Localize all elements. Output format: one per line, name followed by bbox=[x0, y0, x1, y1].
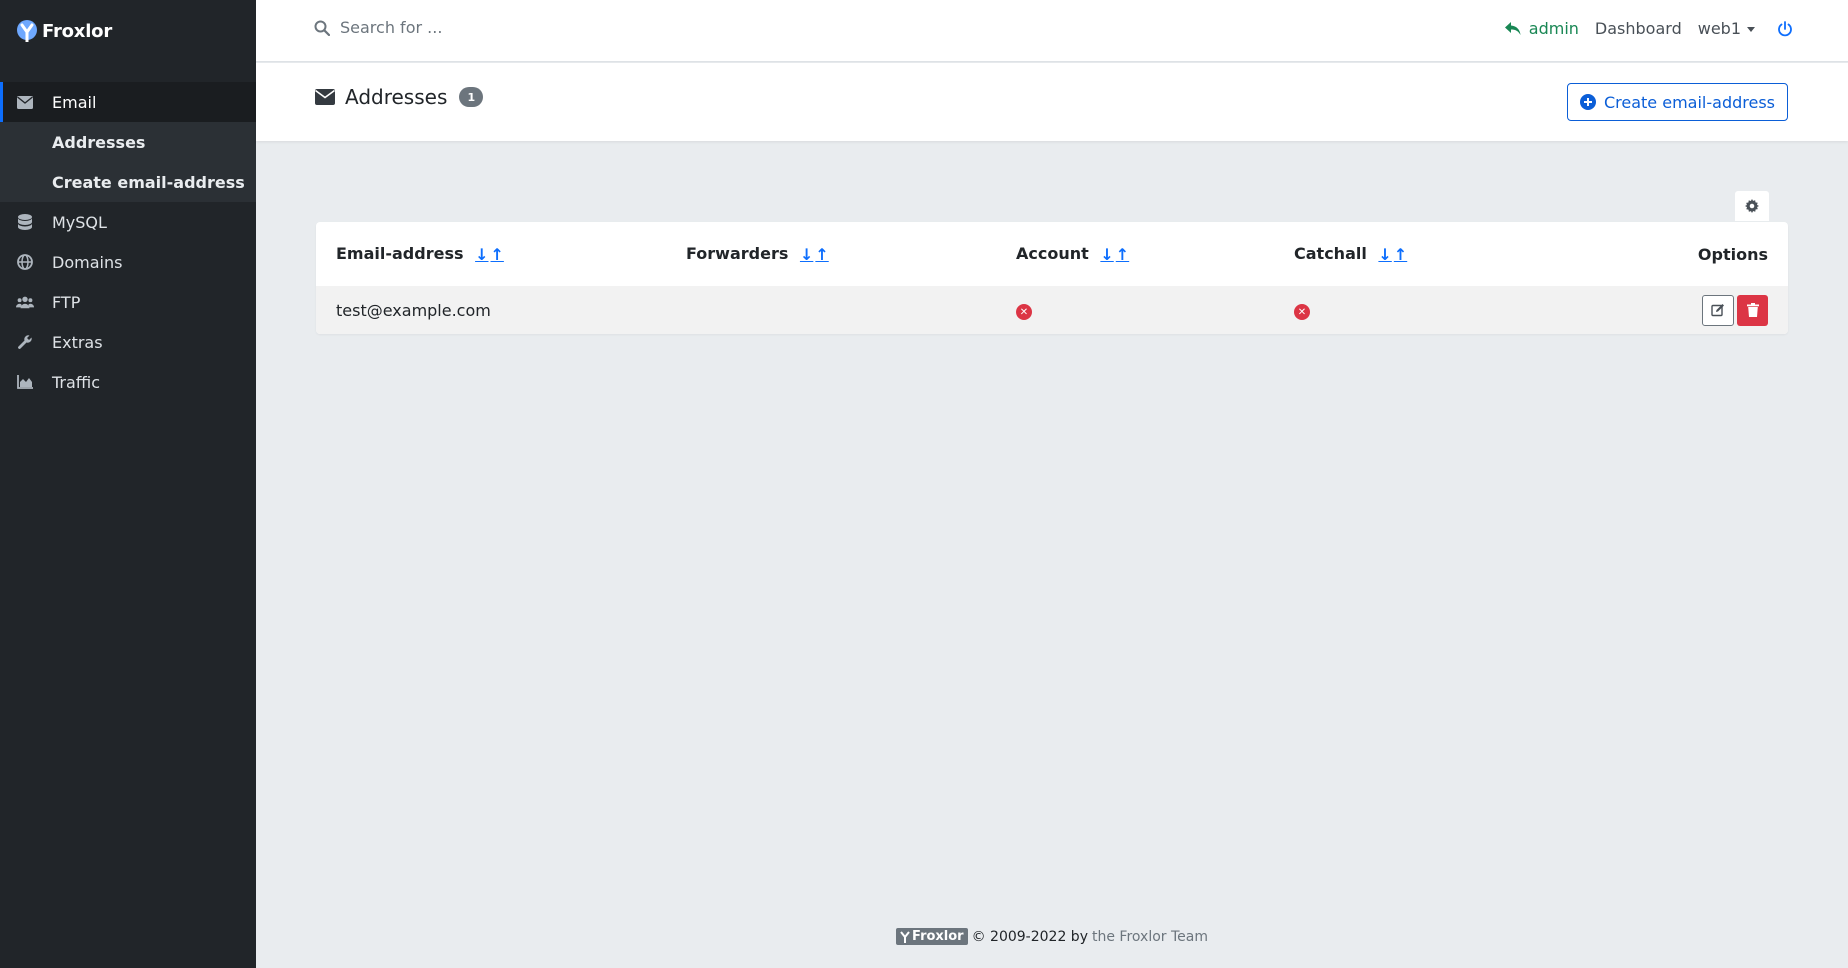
edit-button[interactable] bbox=[1702, 294, 1734, 326]
dashboard-link[interactable]: Dashboard bbox=[1595, 19, 1682, 38]
cell-email: test@example.com bbox=[336, 300, 491, 320]
sort-asc-link[interactable]: ↑ bbox=[815, 245, 828, 264]
column-header-options: Options bbox=[1584, 245, 1788, 264]
trash-icon bbox=[1746, 303, 1759, 317]
sidebar-item-label: FTP bbox=[52, 292, 81, 312]
sort-asc-link[interactable]: ↑ bbox=[490, 245, 503, 264]
row-actions bbox=[1702, 294, 1768, 326]
power-icon[interactable] bbox=[1777, 20, 1793, 37]
gear-icon bbox=[1745, 199, 1759, 213]
database-icon bbox=[16, 213, 34, 231]
sort-controls: ↓ ↑ bbox=[475, 245, 504, 264]
email-subnav: Addresses Create email-address bbox=[0, 122, 256, 202]
search-box bbox=[314, 18, 740, 37]
topbar: admin Dashboard web1 bbox=[256, 0, 1848, 62]
column-label: Catchall bbox=[1294, 244, 1367, 263]
footer-logo-text: Froxlor bbox=[912, 929, 964, 944]
column-label: Email-address bbox=[336, 244, 464, 263]
sidebar-item-email[interactable]: Email bbox=[0, 82, 256, 122]
admin-label: admin bbox=[1528, 19, 1579, 38]
sidebar-nav: Email Addresses Create email-address MyS… bbox=[0, 82, 256, 402]
page-title: Addresses 1 bbox=[315, 85, 484, 109]
sort-desc-link[interactable]: ↓ bbox=[800, 245, 813, 264]
column-header-forwarders: Forwarders ↓ ↑ bbox=[686, 244, 1016, 264]
create-button-label: Create email-address bbox=[1603, 92, 1775, 112]
brand[interactable]: Froxlor bbox=[0, 0, 256, 62]
delete-button[interactable] bbox=[1737, 294, 1768, 326]
sort-asc-link[interactable]: ↑ bbox=[1394, 245, 1407, 264]
footer-copyright: © 2009-2022 by bbox=[971, 928, 1088, 945]
reply-icon bbox=[1504, 21, 1521, 35]
table-settings-button[interactable] bbox=[1735, 191, 1769, 221]
sidebar-item-label: Email bbox=[52, 92, 97, 112]
create-email-address-button[interactable]: Create email-address bbox=[1566, 83, 1788, 121]
cell-account: ✕ bbox=[1016, 300, 1294, 321]
sidebar-item-traffic[interactable]: Traffic bbox=[0, 362, 256, 402]
froxlor-logo-icon bbox=[17, 20, 37, 42]
sort-controls: ↓ ↑ bbox=[800, 245, 829, 264]
column-header-account: Account ↓ ↑ bbox=[1016, 244, 1294, 264]
table-row: test@example.com ✕ ✕ bbox=[316, 286, 1788, 334]
sidebar-subitem-create-email[interactable]: Create email-address bbox=[0, 162, 256, 202]
column-header-catchall: Catchall ↓ ↑ bbox=[1294, 244, 1584, 264]
sidebar-item-label: Domains bbox=[52, 252, 123, 272]
wrench-icon bbox=[16, 333, 34, 351]
x-circle-icon: ✕ bbox=[1294, 304, 1310, 321]
column-label: Account bbox=[1016, 244, 1089, 263]
sidebar-subitem-addresses[interactable]: Addresses bbox=[0, 122, 256, 162]
envelope-icon bbox=[315, 89, 335, 105]
sidebar-item-label: MySQL bbox=[52, 212, 107, 232]
edit-icon bbox=[1711, 304, 1724, 317]
search-input[interactable] bbox=[340, 18, 740, 37]
column-label: Options bbox=[1697, 244, 1768, 264]
sort-desc-link[interactable]: ↓ bbox=[475, 245, 488, 264]
plus-circle-icon bbox=[1579, 94, 1596, 110]
sort-controls: ↓ ↑ bbox=[1100, 245, 1129, 264]
brand-name: Froxlor bbox=[42, 20, 113, 42]
page-title-text: Addresses bbox=[345, 85, 448, 109]
x-circle-icon: ✕ bbox=[1016, 304, 1032, 321]
footer-team-link[interactable]: the Froxlor Team bbox=[1092, 929, 1208, 945]
email-addresses-table: Email-address ↓ ↑ Forwarders ↓ ↑ Account… bbox=[316, 222, 1788, 334]
chart-area-icon bbox=[16, 373, 34, 391]
search-icon bbox=[314, 20, 330, 36]
globe-icon bbox=[16, 253, 34, 271]
sidebar: Froxlor Email Addresses Create email-add… bbox=[0, 0, 256, 968]
user-label: web1 bbox=[1697, 19, 1741, 38]
froxlor-logo-icon bbox=[900, 930, 910, 943]
footer-logo: Froxlor bbox=[896, 928, 968, 945]
sidebar-item-ftp[interactable]: FTP bbox=[0, 282, 256, 322]
sidebar-item-label: Extras bbox=[52, 332, 103, 352]
cell-options bbox=[1584, 294, 1788, 326]
footer: Froxlor © 2009-2022 by the Froxlor Team bbox=[256, 928, 1848, 945]
topbar-actions: admin Dashboard web1 bbox=[1504, 19, 1793, 38]
page-header: Addresses 1 Create email-address bbox=[256, 63, 1848, 141]
sort-asc-link[interactable]: ↑ bbox=[1116, 245, 1129, 264]
column-header-email: Email-address ↓ ↑ bbox=[316, 244, 686, 264]
sidebar-item-extras[interactable]: Extras bbox=[0, 322, 256, 362]
sidebar-item-mysql[interactable]: MySQL bbox=[0, 202, 256, 242]
cell-catchall: ✕ bbox=[1294, 300, 1584, 321]
envelope-icon bbox=[16, 93, 34, 111]
sidebar-item-label: Traffic bbox=[52, 372, 101, 392]
sort-desc-link[interactable]: ↓ bbox=[1100, 245, 1113, 264]
count-badge: 1 bbox=[459, 87, 484, 107]
table-header-row: Email-address ↓ ↑ Forwarders ↓ ↑ Account… bbox=[316, 222, 1788, 286]
column-label: Forwarders bbox=[686, 244, 789, 263]
user-dropdown[interactable]: web1 bbox=[1698, 19, 1755, 38]
chevron-down-icon bbox=[1747, 27, 1755, 32]
sort-controls: ↓ ↑ bbox=[1378, 245, 1407, 264]
back-to-admin-link[interactable]: admin bbox=[1504, 19, 1579, 38]
users-icon bbox=[16, 293, 34, 311]
sidebar-item-domains[interactable]: Domains bbox=[0, 242, 256, 282]
sort-desc-link[interactable]: ↓ bbox=[1378, 245, 1391, 264]
